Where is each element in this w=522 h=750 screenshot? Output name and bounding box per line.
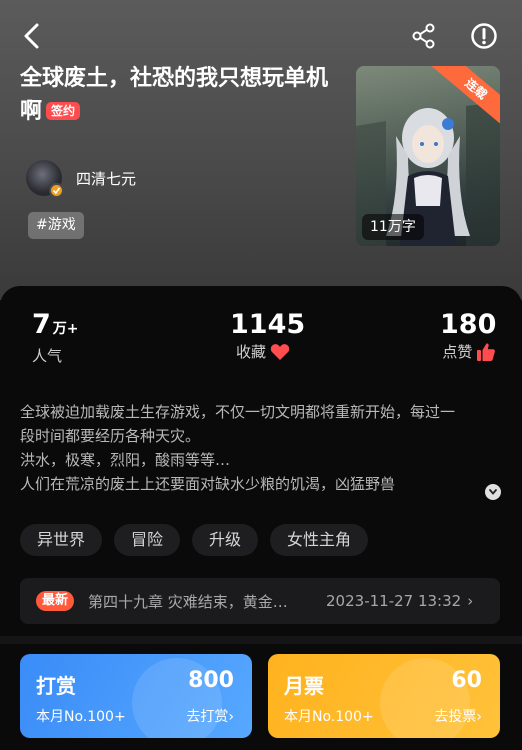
word-count: 11万字	[362, 214, 424, 240]
ticket-value: 60	[451, 668, 482, 693]
signed-badge: 签约	[46, 102, 81, 120]
reward-value: 800	[188, 668, 234, 693]
chevron-down-icon	[489, 489, 497, 495]
thumbs-up-icon[interactable]	[476, 342, 496, 362]
genre-chip[interactable]: 异世界	[20, 524, 103, 556]
popularity-value: 7	[32, 309, 51, 340]
verified-badge-icon	[49, 183, 64, 198]
favorites-value: 1145	[230, 309, 306, 340]
ticket-action-button[interactable]: 去投票›	[434, 706, 482, 726]
report-button[interactable]	[466, 18, 502, 54]
section-divider	[0, 636, 522, 644]
exclamation-circle-icon	[471, 23, 497, 49]
reward-action-button[interactable]: 去打赏›	[186, 706, 234, 726]
ticket-action-label: 去投票	[434, 709, 477, 725]
reward-title: 打赏	[36, 674, 76, 698]
synopsis-line: 段时间都要经历各种天灾。	[20, 427, 201, 445]
ticket-rank: 本月No.100+	[284, 709, 374, 725]
back-button[interactable]	[14, 18, 50, 54]
reward-card[interactable]: 打赏 800 本月No.100+ 去打赏›	[20, 654, 252, 738]
chevron-left-icon	[24, 23, 39, 49]
expand-synopsis-button[interactable]	[485, 484, 501, 500]
avatar[interactable]	[26, 160, 64, 198]
share-button[interactable]	[406, 18, 442, 54]
chevron-right-icon: ›	[467, 592, 474, 610]
monthly-ticket-card[interactable]: 月票 60 本月No.100+ 去投票›	[268, 654, 500, 738]
popularity-unit: 万+	[52, 321, 79, 337]
synopsis-line: 人们在荒凉的废土上还要面对缺水少粮的饥渴，凶猛野兽	[20, 472, 506, 496]
synopsis-line: 全球被迫加载废土生存游戏，不仅一切文明都将重新开始，每过一	[20, 403, 456, 421]
stat-likes[interactable]: 180 点赞	[440, 308, 496, 362]
stat-favorites[interactable]: 1145 收藏	[230, 308, 305, 362]
popularity-label: 人气	[32, 347, 63, 365]
genre-chip[interactable]: 冒险	[114, 524, 181, 556]
reward-action-label: 去打赏	[186, 709, 229, 725]
ticket-title: 月票	[284, 674, 324, 698]
book-title: 全球废土，社恐的我只想玩单机啊 签约	[20, 62, 330, 128]
author-name[interactable]: 四清七元	[76, 168, 136, 189]
likes-label: 点赞	[442, 343, 473, 361]
book-cover[interactable]: 连载 11万字	[356, 66, 500, 246]
likes-value: 180	[440, 309, 497, 340]
reward-rank: 本月No.100+	[36, 709, 126, 725]
favorites-label: 收藏	[236, 343, 267, 361]
stat-popularity: 7 万+ 人气	[32, 308, 79, 366]
author-info[interactable]: 四清七元	[26, 160, 136, 198]
latest-badge: 最新	[36, 591, 75, 611]
genre-tags: 异世界 冒险 升级 女性主角	[20, 524, 369, 556]
latest-chapter-date: 2023-11-27 13:32	[326, 592, 462, 610]
genre-chip[interactable]: 女性主角	[270, 524, 369, 556]
genre-chip[interactable]: 升级	[192, 524, 259, 556]
synopsis-line: 洪水，极寒，烈阳，酸雨等等…	[20, 451, 231, 469]
category-tag[interactable]: #游戏	[28, 212, 84, 239]
synopsis: 全球被迫加载废土生存游戏，不仅一切文明都将重新开始，每过一 段时间都要经历各种天…	[20, 400, 506, 496]
latest-chapter-row[interactable]: 最新 第四十九章 灾难结束，黄金… 2023-11-27 13:32 ›	[20, 578, 500, 624]
share-icon	[412, 23, 435, 49]
heart-icon[interactable]	[270, 343, 290, 361]
latest-chapter-title: 第四十九章 灾难结束，黄金…	[88, 592, 288, 611]
